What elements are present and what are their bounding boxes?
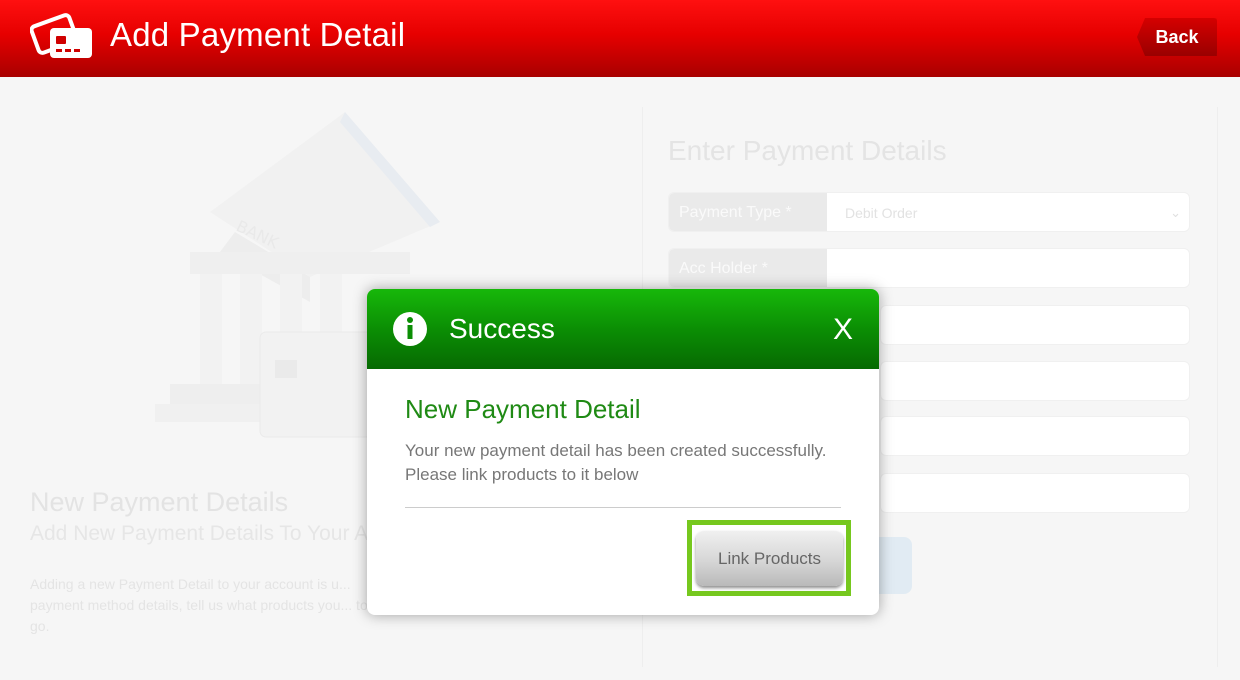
- close-button[interactable]: X: [833, 313, 853, 347]
- background-subheading: Add New Payment Details To Your Ac: [30, 522, 379, 545]
- form-field[interactable]: [880, 473, 1190, 513]
- form-select[interactable]: [880, 361, 1190, 401]
- page-title: Add Payment Detail: [110, 16, 406, 53]
- background-heading: New Payment Details: [30, 487, 289, 517]
- form-select[interactable]: [880, 416, 1190, 456]
- acc-holder-label: Acc Holder *: [669, 249, 827, 287]
- background-paragraph: Adding a new Payment Detail to your acco…: [30, 576, 368, 634]
- link-products-button[interactable]: Link Products: [696, 531, 843, 586]
- form-field[interactable]: [880, 305, 1190, 345]
- payment-type-label: Payment Type *: [669, 193, 827, 231]
- success-dialog: Success X New Payment Detail Your new pa…: [367, 289, 879, 615]
- dialog-heading: New Payment Detail: [405, 394, 641, 424]
- app-header: Add Payment Detail Back: [0, 0, 1240, 77]
- dialog-message: Your new payment detail has been created…: [405, 441, 827, 484]
- acc-holder-field[interactable]: Acc Holder *: [668, 248, 1190, 288]
- chevron-down-icon: ⌄: [1170, 205, 1181, 220]
- info-icon: [393, 312, 427, 346]
- payment-cards-icon: [30, 13, 92, 58]
- dialog-title: Success: [449, 313, 555, 344]
- form-heading: Enter Payment Details: [668, 135, 947, 166]
- dialog-header: Success X: [367, 289, 879, 369]
- back-button[interactable]: Back: [1137, 18, 1217, 56]
- payment-type-value: Debit Order: [845, 205, 918, 221]
- payment-type-select[interactable]: Payment Type * Debit Order ⌄: [668, 192, 1190, 232]
- dialog-divider: [405, 507, 841, 508]
